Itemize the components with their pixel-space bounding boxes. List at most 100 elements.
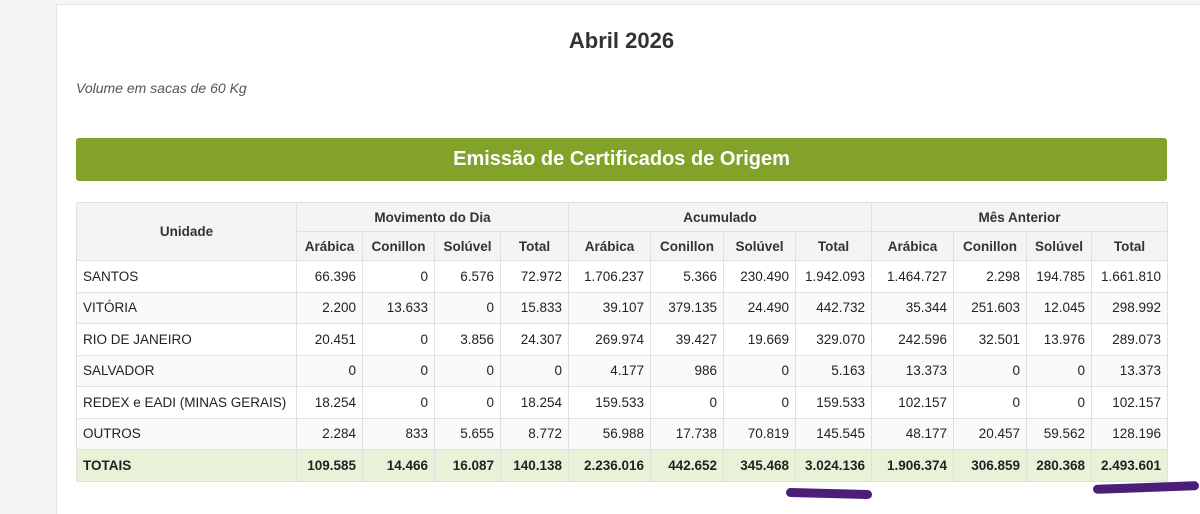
unit-cell: SANTOS (76, 260, 297, 293)
value-cell: 1.706.237 (568, 260, 652, 293)
value-cell: 0 (723, 354, 797, 387)
value-cell: 35.344 (871, 291, 955, 324)
certificates-table: Unidade Movimento do Dia Acumulado Mês A… (76, 202, 1169, 482)
value-cell: 56.988 (568, 417, 652, 450)
value-cell: 289.073 (1091, 323, 1169, 356)
unit-cell: OUTROS (76, 417, 297, 450)
value-cell: 13.373 (1091, 354, 1169, 387)
value-cell: 0 (953, 354, 1028, 387)
value-cell: 2.236.016 (568, 449, 652, 482)
unit-cell: VITÓRIA (76, 291, 297, 324)
value-cell: 66.396 (296, 260, 363, 293)
column-header: Conillon (953, 231, 1028, 261)
value-cell: 329.070 (795, 323, 873, 356)
value-cell: 0 (1026, 386, 1093, 419)
column-header: Conillon (362, 231, 435, 261)
table-row: SALVADOR 0 0 0 0 4.177 986 0 5.163 13.373 0 0 13.373 (76, 354, 1169, 387)
volume-note: Volume em sacas de 60 Kg (76, 80, 247, 96)
value-cell: 18.254 (296, 386, 363, 419)
value-cell: 1.942.093 (795, 260, 873, 293)
value-cell: 306.859 (953, 449, 1028, 482)
value-cell: 0 (362, 386, 435, 419)
value-cell: 70.819 (723, 417, 797, 450)
value-cell: 24.490 (723, 291, 797, 324)
value-cell: 6.576 (434, 260, 501, 293)
value-cell: 986 (650, 354, 725, 387)
value-cell: 20.457 (953, 417, 1028, 450)
value-cell: 0 (1026, 354, 1093, 387)
value-cell: 17.738 (650, 417, 725, 450)
value-cell: 442.732 (795, 291, 873, 324)
value-cell: 1.464.727 (871, 260, 955, 293)
value-cell: 12.045 (1026, 291, 1093, 324)
value-cell: 24.307 (499, 323, 570, 356)
value-cell: 251.603 (953, 291, 1028, 324)
value-cell: 379.135 (650, 291, 725, 324)
value-cell: 298.992 (1091, 291, 1169, 324)
value-cell: 0 (362, 323, 435, 356)
column-header: Arábica (296, 231, 363, 261)
value-cell: 109.585 (296, 449, 363, 482)
value-cell: 1.906.374 (871, 449, 955, 482)
table-row: RIO DE JANEIRO 20.451 0 3.856 24.307 269.974 3… (76, 323, 1169, 356)
unit-cell: TOTAIS (76, 449, 297, 482)
value-cell: 0 (434, 354, 501, 387)
value-cell: 72.972 (499, 260, 570, 293)
value-cell: 159.533 (568, 386, 652, 419)
value-cell: 3.856 (434, 323, 501, 356)
value-cell: 0 (434, 291, 501, 324)
page-title: Abril 2026 (568, 28, 675, 53)
column-header: Solúvel (1026, 231, 1093, 261)
value-cell: 48.177 (871, 417, 955, 450)
value-cell: 0 (499, 354, 570, 387)
value-cell: 0 (723, 386, 797, 419)
value-cell: 0 (650, 386, 725, 419)
value-cell: 19.669 (723, 323, 797, 356)
value-cell: 269.974 (568, 323, 652, 356)
value-cell: 280.368 (1026, 449, 1093, 482)
value-cell: 230.490 (723, 260, 797, 293)
value-cell: 39.427 (650, 323, 725, 356)
value-cell: 13.976 (1026, 323, 1093, 356)
value-cell: 5.366 (650, 260, 725, 293)
value-cell: 32.501 (953, 323, 1028, 356)
value-cell: 145.545 (795, 417, 873, 450)
unit-cell: REDEX e EADI (MINAS GERAIS) (76, 386, 297, 419)
value-cell: 0 (434, 386, 501, 419)
column-header: Solúvel (434, 231, 501, 261)
value-cell: 59.562 (1026, 417, 1093, 450)
column-header: Total (1091, 231, 1169, 261)
column-header: Solúvel (723, 231, 797, 261)
value-cell: 128.196 (1091, 417, 1169, 450)
value-cell: 442.652 (650, 449, 725, 482)
value-cell: 16.087 (434, 449, 501, 482)
table-row: VITÓRIA 2.200 13.633 0 15.833 39.107 379.135 24… (76, 291, 1169, 324)
value-cell: 3.024.136 (795, 449, 873, 482)
value-cell: 13.633 (362, 291, 435, 324)
value-cell: 140.138 (499, 449, 570, 482)
value-cell: 20.451 (296, 323, 363, 356)
column-header: Total (795, 231, 873, 261)
table-row: REDEX e EADI (MINAS GERAIS) 18.254 0 0 18.25… (76, 386, 1169, 419)
group-header: Movimento do Dia (295, 202, 570, 232)
table-row: OUTROS 2.284 833 5.655 8.772 56.988 17.738 70.8… (76, 417, 1169, 450)
unit-cell: RIO DE JANEIRO (76, 323, 297, 356)
value-cell: 102.157 (871, 386, 955, 419)
value-cell: 2.493.601 (1091, 449, 1169, 482)
value-cell: 345.468 (723, 449, 797, 482)
section-banner: Emissão de Certificados de Origem (76, 138, 1167, 181)
value-cell: 18.254 (499, 386, 570, 419)
value-cell: 159.533 (795, 386, 873, 419)
column-header: Total (499, 231, 570, 261)
value-cell: 0 (953, 386, 1028, 419)
value-cell: 194.785 (1026, 260, 1093, 293)
value-cell: 5.655 (434, 417, 501, 450)
value-cell: 8.772 (499, 417, 570, 450)
totals-row: TOTAIS 109.585 14.466 16.087 140.138 2.236.01… (76, 449, 1169, 482)
value-cell: 2.298 (953, 260, 1028, 293)
value-cell: 15.833 (499, 291, 570, 324)
value-cell: 0 (362, 354, 435, 387)
value-cell: 102.157 (1091, 386, 1169, 419)
group-header: Acumulado (568, 202, 873, 232)
table-row: SANTOS 66.396 0 6.576 72.972 1.706.237 5.366 23… (76, 260, 1169, 293)
